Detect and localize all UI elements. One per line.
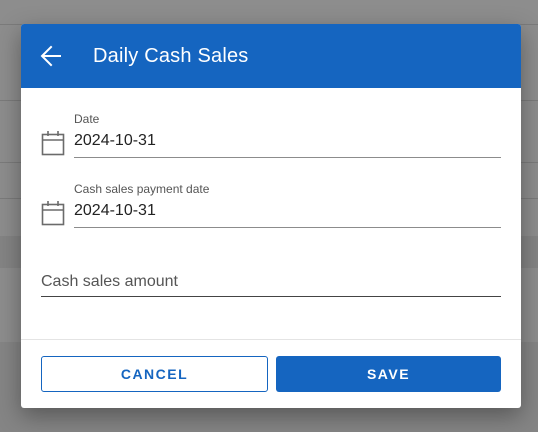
date-label: Date bbox=[74, 112, 100, 126]
date-field[interactable]: Date 2024-10-31 bbox=[41, 112, 501, 158]
amount-underline bbox=[41, 296, 501, 297]
payment-date-label: Cash sales payment date bbox=[74, 182, 210, 196]
footer-divider bbox=[21, 339, 521, 340]
back-button[interactable] bbox=[31, 36, 71, 76]
date-underline bbox=[74, 157, 501, 158]
payment-date-underline bbox=[74, 227, 501, 228]
date-value[interactable]: 2024-10-31 bbox=[74, 131, 156, 151]
save-button[interactable]: SAVE bbox=[276, 356, 501, 392]
daily-cash-sales-dialog: Daily Cash Sales Date 2024-10-31 Cash sa… bbox=[21, 24, 521, 408]
cancel-button[interactable]: CANCEL bbox=[41, 356, 268, 392]
payment-date-field[interactable]: Cash sales payment date 2024-10-31 bbox=[41, 182, 501, 228]
dialog-header: Daily Cash Sales bbox=[21, 24, 521, 88]
arrow-left-icon bbox=[40, 45, 61, 67]
calendar-icon bbox=[41, 131, 65, 156]
calendar-icon bbox=[41, 201, 65, 226]
cash-sales-amount-input[interactable]: Cash sales amount bbox=[41, 272, 178, 292]
dialog-title: Daily Cash Sales bbox=[93, 45, 249, 67]
payment-date-value[interactable]: 2024-10-31 bbox=[74, 201, 156, 221]
